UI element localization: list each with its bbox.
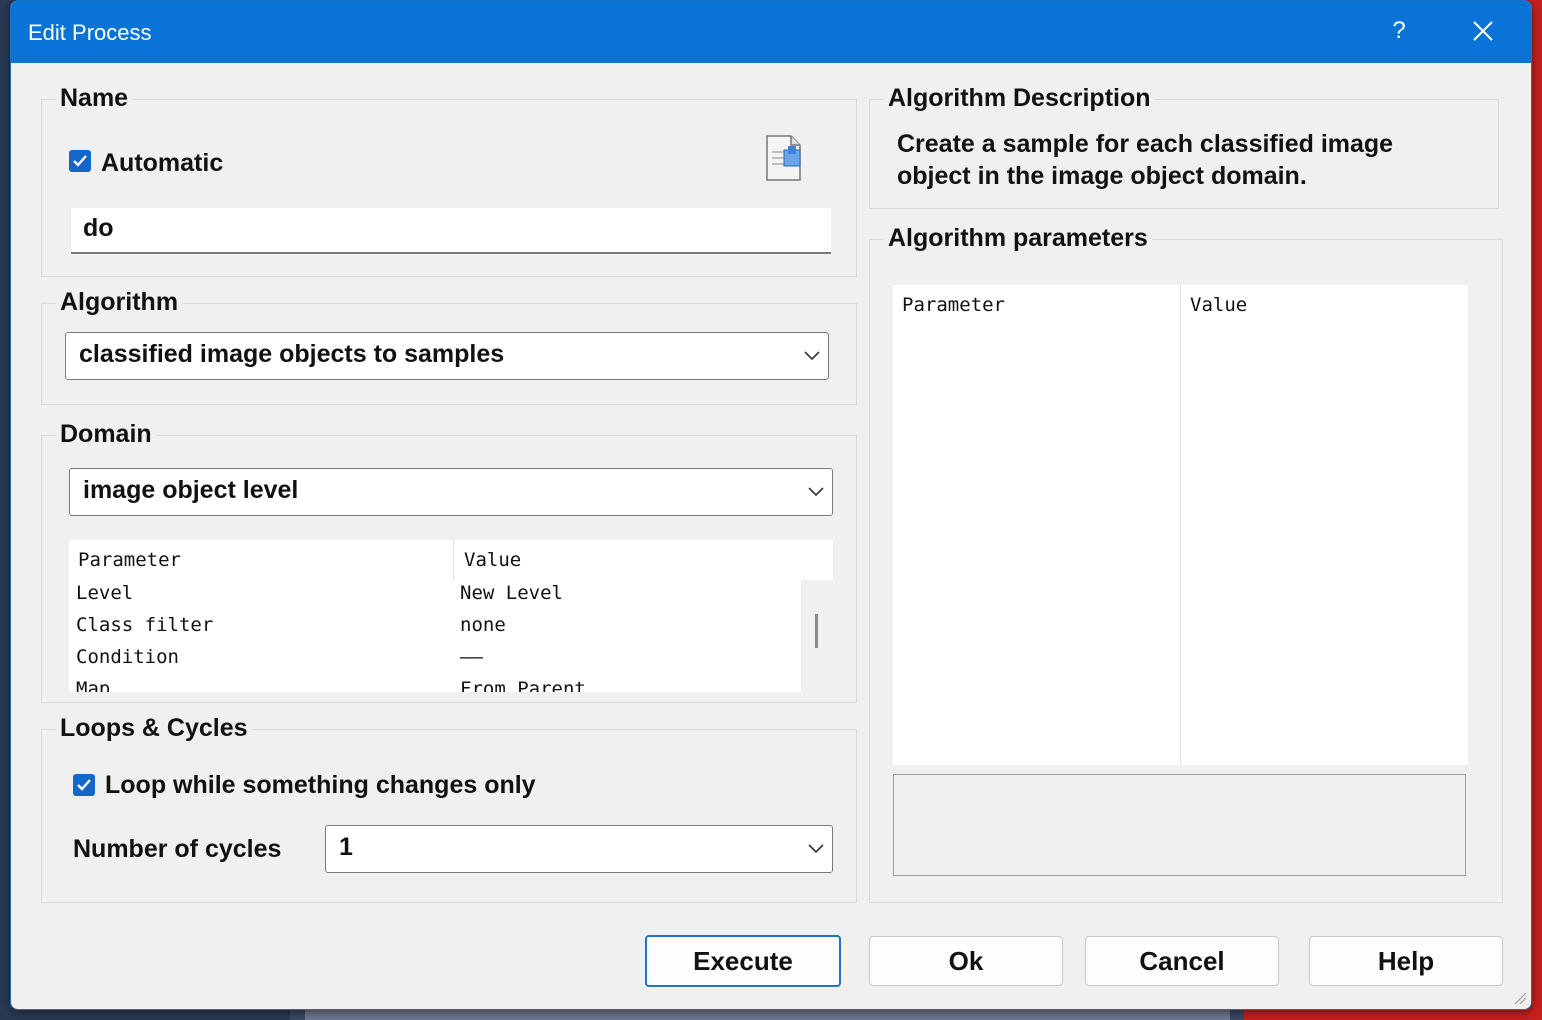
grid-header-parameter: Parameter <box>78 549 181 571</box>
algorithm-select[interactable]: classified image objects to samples <box>65 332 829 380</box>
row-value: —— <box>460 646 483 668</box>
close-icon <box>1473 21 1493 41</box>
description-group: Algorithm Description Create a sample fo… <box>869 84 1499 209</box>
loops-group: Loops & Cycles Loop while something chan… <box>41 714 857 903</box>
automatic-label: Automatic <box>101 149 224 177</box>
cycles-select[interactable]: 1 <box>325 825 833 873</box>
table-row[interactable]: Condition —— <box>69 644 801 677</box>
domain-select-value: image object level <box>83 476 299 504</box>
checkmark-icon <box>77 779 91 791</box>
cycles-select-value: 1 <box>339 833 353 861</box>
description-text: Create a sample for each classified imag… <box>897 128 1393 192</box>
domain-select[interactable]: image object level <box>69 468 833 516</box>
parameters-grid[interactable]: Parameter Value <box>893 285 1468 765</box>
document-edit-icon[interactable] <box>764 134 808 182</box>
automatic-checkbox[interactable] <box>69 150 91 172</box>
name-input-value: do <box>83 214 114 242</box>
row-value: New Level <box>460 582 563 604</box>
loop-checkbox[interactable] <box>73 774 95 796</box>
table-row[interactable]: Map From Parent <box>69 676 801 692</box>
title-bar: Edit Process ? <box>11 1 1531 63</box>
checkmark-icon <box>73 155 87 167</box>
row-value: none <box>460 614 506 636</box>
row-parameter: Map <box>76 678 111 692</box>
row-parameter: Level <box>76 582 134 604</box>
loops-group-label: Loops & Cycles <box>56 714 252 743</box>
name-group: Name Automatic do <box>41 84 857 277</box>
description-line: object in the image object domain. <box>897 162 1307 190</box>
grid-header-value: Value <box>464 549 522 571</box>
chevron-down-icon <box>808 844 824 854</box>
help-button[interactable]: Help <box>1309 936 1503 986</box>
algorithm-group-label: Algorithm <box>56 288 183 317</box>
description-line: Create a sample for each classified imag… <box>897 130 1394 158</box>
cancel-button[interactable]: Cancel <box>1085 936 1279 986</box>
name-input[interactable]: do <box>71 208 831 254</box>
cycles-label: Number of cycles <box>73 835 282 863</box>
loop-label: Loop while something changes only <box>105 771 536 799</box>
table-row[interactable]: Level New Level <box>69 580 801 613</box>
parameter-help-box <box>893 774 1466 876</box>
execute-button[interactable]: Execute <box>645 935 841 987</box>
domain-group: Domain image object level Parameter Valu… <box>41 420 857 703</box>
chevron-down-icon <box>808 487 824 497</box>
help-title-button[interactable]: ? <box>1379 11 1419 51</box>
table-row[interactable]: Class filter none <box>69 612 801 645</box>
resize-grip[interactable] <box>1511 989 1527 1005</box>
parameters-group-label: Algorithm parameters <box>884 224 1152 253</box>
grid-scrollbar-thumb[interactable] <box>815 614 818 648</box>
row-parameter: Condition <box>76 646 179 668</box>
domain-parameter-grid: Parameter Value Level New Level Class fi… <box>69 540 833 692</box>
background-window-edge <box>305 1010 1230 1020</box>
parameters-group: Algorithm parameters Parameter Value <box>869 224 1503 903</box>
row-value: From Parent <box>460 678 586 692</box>
close-button[interactable] <box>1463 11 1503 51</box>
chevron-down-icon <box>804 351 820 361</box>
name-group-label: Name <box>56 84 133 113</box>
window-title: Edit Process <box>28 20 152 45</box>
grid-header: Parameter Value <box>69 540 833 580</box>
grid-header-parameter: Parameter <box>902 294 1005 316</box>
row-parameter: Class filter <box>76 614 214 636</box>
algorithm-group: Algorithm classified image objects to sa… <box>41 288 857 405</box>
grid-divider <box>1180 285 1181 765</box>
description-group-label: Algorithm Description <box>884 84 1155 113</box>
domain-group-label: Domain <box>56 420 156 449</box>
ok-button[interactable]: Ok <box>869 936 1063 986</box>
edit-process-dialog: Edit Process ? Name Automatic do Algorit… <box>10 0 1532 1010</box>
grid-header-value: Value <box>1190 294 1248 316</box>
algorithm-select-value: classified image objects to samples <box>79 340 505 368</box>
